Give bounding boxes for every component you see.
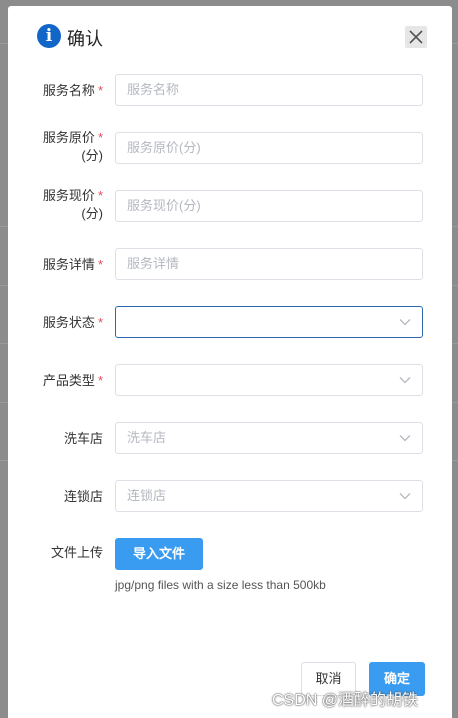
- dialog-header: i 确认: [8, 6, 452, 66]
- chain-store-label-text: 连锁店: [63, 489, 103, 504]
- chain-store-label: 连锁店: [3, 488, 103, 506]
- form-row-car-wash: 洗车店 洗车店: [8, 422, 452, 456]
- service-status-label: 服务状态 *: [3, 314, 103, 332]
- current-price-label: 服务现价 * (分): [3, 187, 103, 223]
- required-mark: *: [97, 315, 103, 330]
- chevron-down-icon: [399, 319, 411, 326]
- service-detail-label: 服务详情 *: [3, 256, 103, 274]
- original-price-placeholder: 服务原价(分): [127, 140, 201, 155]
- service-status-select[interactable]: [115, 306, 423, 338]
- required-mark: *: [97, 130, 103, 145]
- service-detail-input[interactable]: 服务详情: [115, 248, 423, 280]
- form-row-service-detail: 服务详情 * 服务详情: [8, 248, 452, 282]
- car-wash-placeholder: 洗车店: [127, 430, 167, 445]
- form-row-original-price: 服务原价 * (分) 服务原价(分): [8, 130, 452, 166]
- form-row-service-name: 服务名称 * 服务名称: [8, 74, 452, 108]
- required-mark: *: [97, 373, 103, 388]
- close-button[interactable]: [405, 26, 427, 48]
- required-mark: *: [97, 188, 103, 203]
- service-detail-placeholder: 服务详情: [127, 256, 180, 271]
- original-price-input[interactable]: 服务原价(分): [115, 132, 423, 164]
- dialog-title: 确认: [67, 29, 103, 49]
- upload-tip: jpg/png files with a size less than 500k…: [115, 578, 326, 592]
- current-price-label-unit: (分): [81, 206, 103, 221]
- current-price-label-text: 服务现价: [42, 188, 95, 203]
- current-price-input[interactable]: 服务现价(分): [115, 190, 423, 222]
- original-price-label: 服务原价 * (分): [3, 129, 103, 165]
- service-name-label: 服务名称 *: [3, 82, 103, 100]
- import-file-button[interactable]: 导入文件: [115, 538, 203, 570]
- service-name-label-text: 服务名称: [42, 83, 95, 98]
- watermark: CSDN @酒醉的胡铁: [272, 692, 419, 709]
- required-mark: *: [97, 83, 103, 98]
- chevron-down-icon: [399, 493, 411, 500]
- chain-store-placeholder: 连锁店: [127, 488, 167, 503]
- original-price-label-text: 服务原价: [42, 130, 95, 145]
- car-wash-select[interactable]: 洗车店: [115, 422, 423, 454]
- product-type-label: 产品类型 *: [3, 372, 103, 390]
- confirm-dialog: i 确认 服务名称 * 服务名称 服务原价 * (分) 服务原价(分) 服务现价 * (分) 服务现…: [8, 6, 452, 718]
- close-icon: [409, 30, 423, 44]
- form-row-service-status: 服务状态 *: [8, 306, 452, 340]
- form-row-product-type: 产品类型 *: [8, 364, 452, 398]
- form-row-current-price: 服务现价 * (分) 服务现价(分): [8, 188, 452, 224]
- original-price-label-unit: (分): [81, 148, 103, 163]
- upload-label: 文件上传: [50, 545, 103, 560]
- car-wash-label: 洗车店: [3, 430, 103, 448]
- service-detail-label-text: 服务详情: [42, 257, 95, 272]
- form-row-chain-store: 连锁店 连锁店: [8, 480, 452, 514]
- service-status-label-text: 服务状态: [42, 315, 95, 330]
- product-type-label-text: 产品类型: [42, 373, 95, 388]
- chevron-down-icon: [399, 435, 411, 442]
- chain-store-select[interactable]: 连锁店: [115, 480, 423, 512]
- required-mark: *: [97, 257, 103, 272]
- current-price-placeholder: 服务现价(分): [127, 198, 201, 213]
- service-name-placeholder: 服务名称: [127, 82, 180, 97]
- chevron-down-icon: [399, 377, 411, 384]
- product-type-select[interactable]: [115, 364, 423, 396]
- info-icon: i: [37, 24, 61, 48]
- form-row-upload: 文件上传: [8, 544, 452, 578]
- service-name-input[interactable]: 服务名称: [115, 74, 423, 106]
- car-wash-label-text: 洗车店: [63, 431, 103, 446]
